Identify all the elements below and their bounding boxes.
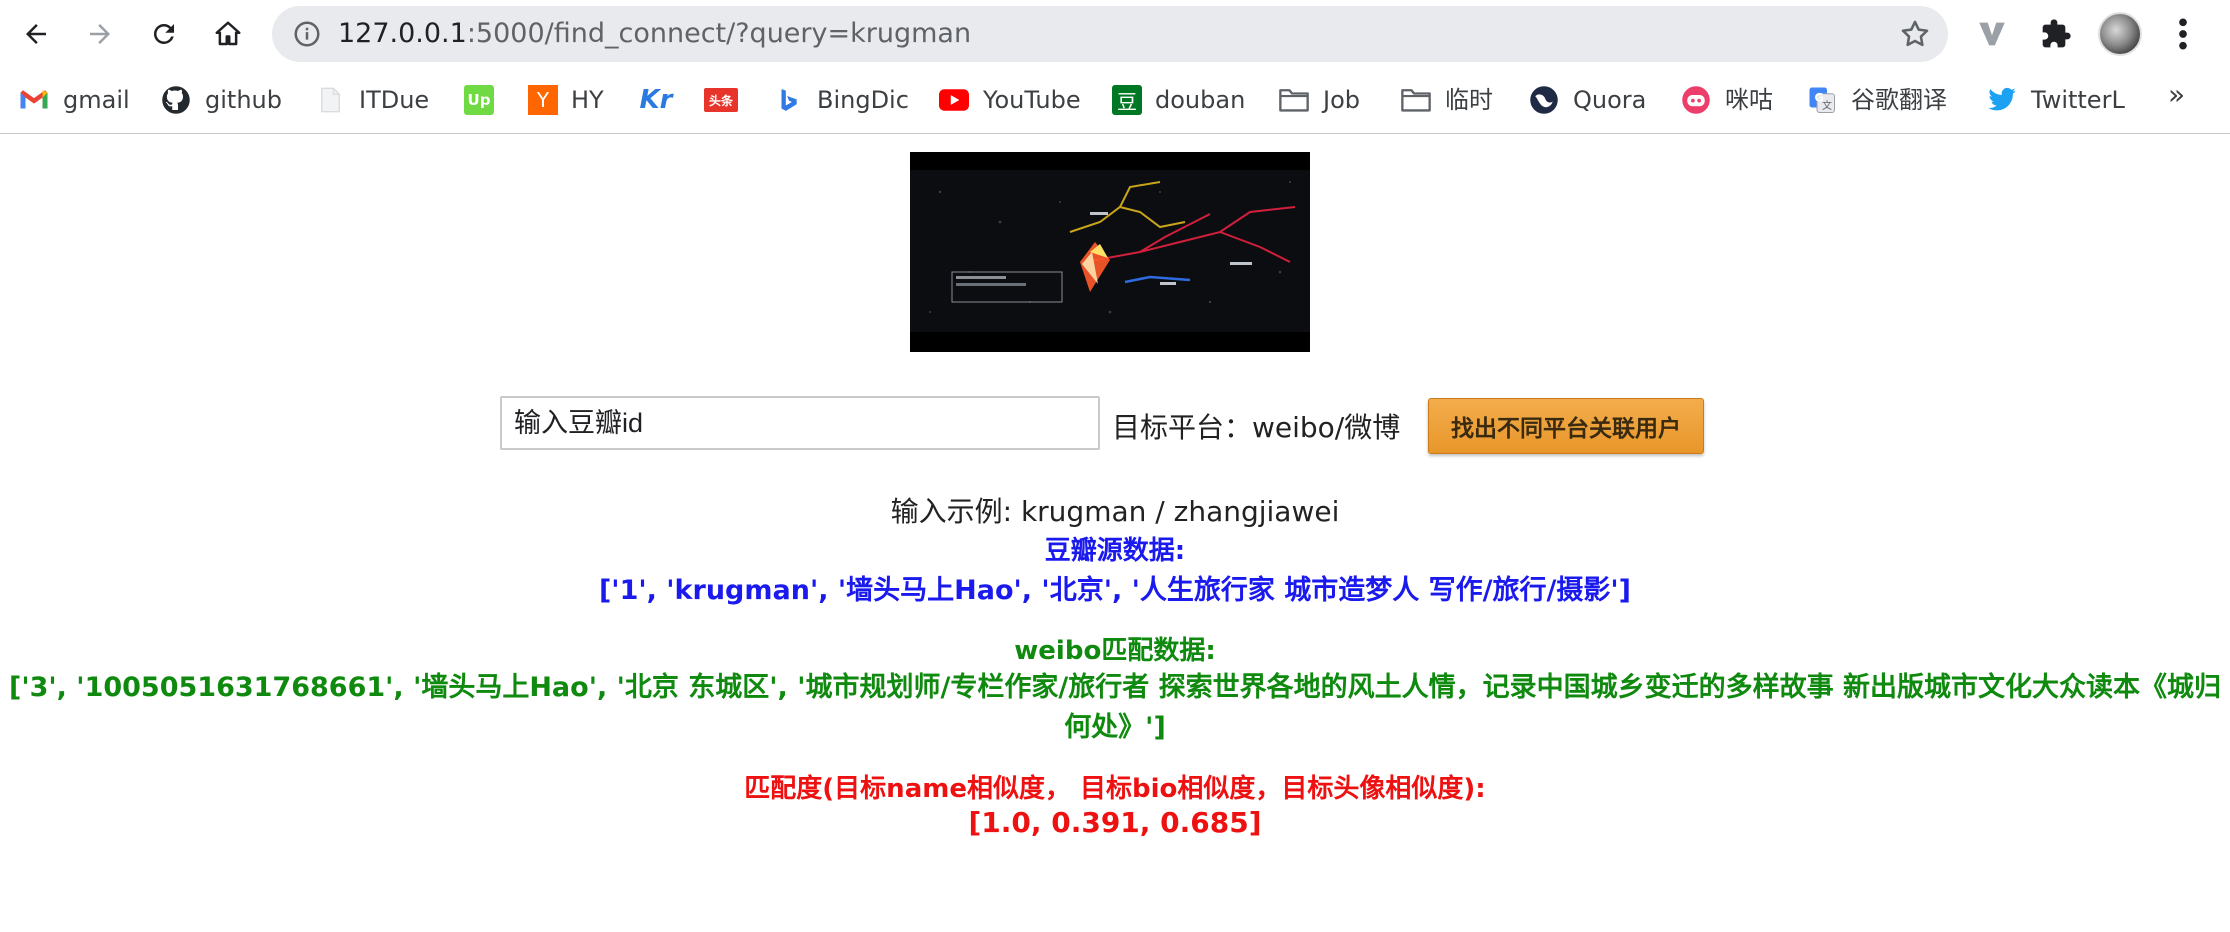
toutiao-icon: 头条 (704, 88, 738, 112)
url-path: :5000/find_connect/?query=krugman (466, 18, 972, 49)
bookmark-folder-temp[interactable]: 临时 (1400, 80, 1493, 120)
bookmark-hy[interactable]: Y HY (528, 80, 604, 120)
bookmark-gmail[interactable]: gmail (18, 80, 130, 120)
puzzle-icon (2042, 19, 2071, 48)
bookmark-douban[interactable]: 豆 douban (1112, 80, 1245, 120)
google-translate-icon: G文 (1806, 84, 1838, 116)
extensions-button[interactable] (2036, 14, 2076, 54)
reload-icon (153, 23, 174, 44)
arrow-left-icon (26, 24, 46, 44)
find-connected-users-button[interactable]: 找出不同平台关联用户 (1428, 398, 1704, 454)
bookmark-label: gmail (63, 86, 130, 114)
address-bar[interactable]: 127.0.0.1:5000/find_connect/?query=krugm… (272, 6, 1948, 62)
github-icon (160, 84, 192, 116)
migu-icon (1680, 84, 1712, 116)
bookmark-label: TwitterL (2031, 86, 2125, 114)
browser-toolbar: 127.0.0.1:5000/find_connect/?query=krugm… (0, 0, 2230, 68)
header-network-image (910, 152, 1310, 352)
bookmark-label: douban (1155, 86, 1246, 114)
info-icon[interactable] (292, 19, 322, 49)
bookmark-migu[interactable]: 咪咕 (1680, 80, 1773, 120)
bookmark-folder-job[interactable]: Job (1278, 80, 1360, 120)
bookmark-github[interactable]: github (160, 80, 282, 120)
bookmark-label: BingDic (817, 86, 909, 114)
bookmark-label: Quora (1573, 86, 1647, 114)
profile-avatar[interactable] (2098, 12, 2142, 56)
bookmark-label: 谷歌翻译 (1851, 86, 1947, 114)
bookmark-label: HY (571, 86, 604, 114)
bookmark-google-translate[interactable]: G文 谷歌翻译 (1806, 80, 1947, 120)
network-graph-illustration (910, 152, 1310, 352)
bookmark-twitterl[interactable]: TwitterL (1986, 80, 2125, 120)
folder-icon (1400, 84, 1432, 116)
bookmark-label: 咪咕 (1725, 86, 1773, 114)
back-button[interactable] (14, 12, 58, 56)
bookmark-kr[interactable]: Kr (640, 80, 685, 120)
twitter-icon (1986, 84, 2018, 116)
youtube-icon (938, 84, 970, 116)
bookmark-label: YouTube (983, 86, 1081, 114)
bookmarks-overflow-button[interactable]: » (2168, 78, 2185, 111)
match-score-title: 匹配度(目标name相似度， 目标bio相似度，目标头像相似度): (744, 774, 1486, 804)
home-button[interactable] (206, 12, 250, 56)
match-score-values: [1.0, 0.391, 0.685] (968, 806, 1262, 839)
bookmark-label: 临时 (1445, 86, 1493, 114)
reload-button[interactable] (142, 12, 186, 56)
folder-icon (1278, 84, 1310, 116)
bookmark-itdue[interactable]: ITDue (314, 80, 429, 120)
douban-id-input[interactable] (500, 396, 1100, 450)
vimium-extension-button[interactable] (1972, 14, 2012, 54)
url-host: 127.0.0.1 (338, 18, 467, 49)
bookmark-upwork[interactable]: Up (464, 80, 507, 120)
input-example: 输入示例: krugman / zhangjiawei (890, 495, 1340, 528)
kr-icon: Kr (639, 85, 673, 115)
quora-icon (1528, 84, 1560, 116)
v-extension-icon (1979, 22, 2005, 46)
weibo-match-title: weibo匹配数据: (1014, 636, 1216, 666)
ycombinator-icon: Y (528, 85, 558, 115)
svg-text:文: 文 (1822, 99, 1832, 112)
bookmark-bingdic[interactable]: BingDic (772, 80, 909, 120)
more-vert-icon[interactable] (2168, 14, 2198, 54)
bookmark-star-icon[interactable] (1898, 17, 1932, 51)
douban-source-title: 豆瓣源数据: (1044, 536, 1186, 566)
bookmark-toutiao[interactable]: 头条 (704, 80, 751, 120)
douban-source-data: ['1', 'krugman', '墙头马上Hao', '北京', '人生旅行家… (598, 575, 1632, 606)
bing-icon (772, 84, 804, 116)
weibo-match-data: ['3', '1005051631768661', '墙头马上Hao', '北京… (8, 672, 2222, 743)
douban-icon: 豆 (1112, 85, 1142, 115)
bookmarks-bar: gmail github ITDue Up Y HY Kr 头条 BingDic… (0, 68, 2230, 134)
url-text[interactable]: 127.0.0.1:5000/find_connect/?query=krugm… (338, 19, 971, 49)
target-platform-label: 目标平台：weibo/微博 (1112, 411, 1401, 444)
gmail-icon (18, 84, 50, 116)
forward-button[interactable] (78, 12, 122, 56)
bookmark-label: Job (1323, 86, 1360, 114)
bookmark-youtube[interactable]: YouTube (938, 80, 1081, 120)
bookmark-label: ITDue (359, 86, 430, 114)
page-icon (314, 84, 346, 116)
upwork-icon: Up (464, 85, 494, 115)
bookmark-quora[interactable]: Quora (1528, 80, 1646, 120)
home-icon (215, 21, 241, 46)
arrow-right-icon (90, 24, 110, 44)
bookmark-label: github (205, 86, 282, 114)
